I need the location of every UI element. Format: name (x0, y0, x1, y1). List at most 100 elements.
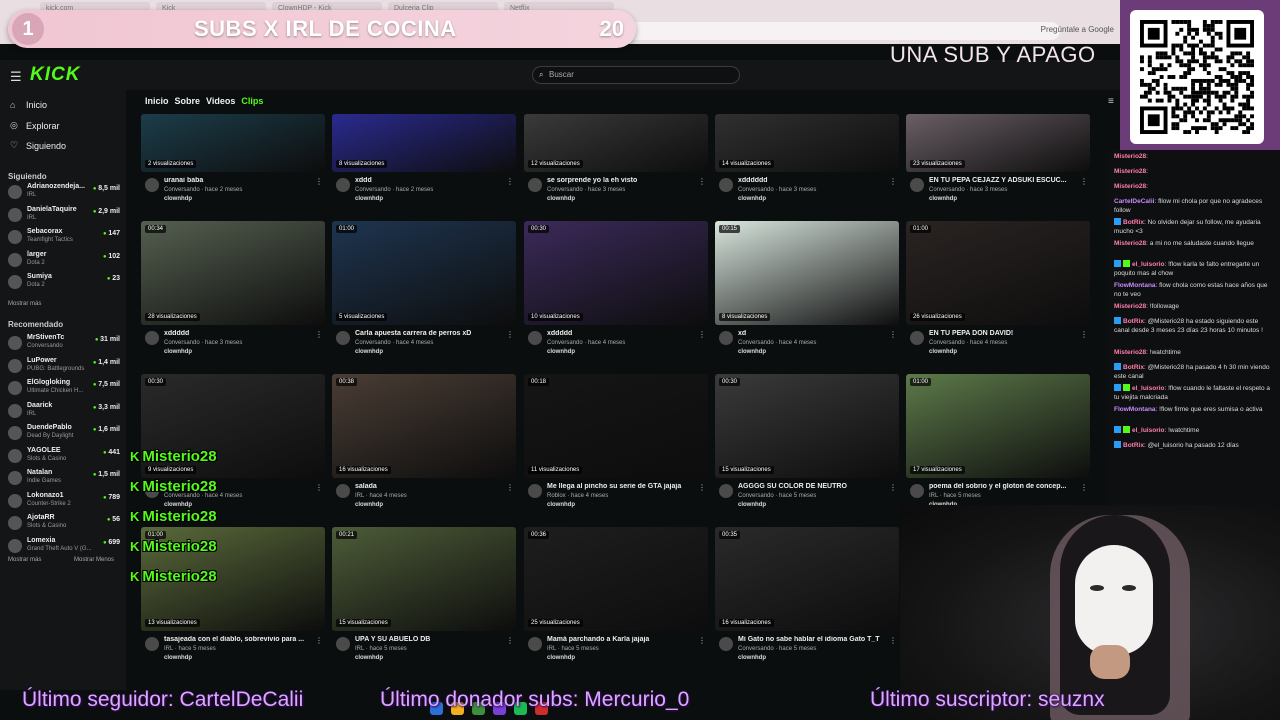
clip-thumbnail[interactable]: 00:30 15 visualizaciones (715, 374, 899, 478)
clip-title[interactable]: xddd (355, 177, 505, 184)
more-options-icon[interactable]: ⋮ (315, 636, 323, 645)
tab-inicio[interactable]: Inicio (145, 96, 169, 106)
chat-username[interactable]: FlowMontana (1114, 282, 1156, 289)
sidebar-channel[interactable]: LomexiaGrand Theft Auto V (G... 699 (8, 537, 120, 557)
clip-thumbnail[interactable]: 00:38 16 visualizaciones (332, 374, 516, 478)
more-options-icon[interactable]: ⋮ (506, 483, 514, 492)
clip-thumbnail[interactable]: 01:00 17 visualizaciones (906, 374, 1090, 478)
clip-card[interactable]: 8 visualizaciones xddd Conversando · hace … (332, 114, 516, 212)
more-options-icon[interactable]: ⋮ (506, 177, 514, 186)
more-options-icon[interactable]: ⋮ (506, 330, 514, 339)
clip-card[interactable]: 00:30 15 visualizaciones AGGGG SU COLOR DE… (715, 374, 899, 518)
chat-username[interactable]: Misterio28 (1114, 303, 1146, 310)
show-more-recommended[interactable]: Mostrar más (8, 557, 41, 563)
sidebar-channel[interactable]: DaarickIRL 3,3 mil (8, 402, 120, 422)
chat-username[interactable]: BotRix (1123, 219, 1144, 226)
clip-thumbnail[interactable]: 01:00 26 visualizaciones (906, 221, 1090, 325)
tab-clips[interactable]: Clips (241, 96, 263, 106)
clip-card[interactable]: 00:30 10 visualizaciones xddddd Conversando… (524, 221, 708, 365)
clip-thumbnail[interactable]: 00:18 11 visualizaciones (524, 374, 708, 478)
more-options-icon[interactable]: ⋮ (1080, 177, 1088, 186)
more-options-icon[interactable]: ⋮ (506, 636, 514, 645)
clip-thumbnail[interactable]: 00:30 10 visualizaciones (524, 221, 708, 325)
clip-card[interactable]: 00:35 16 visualizaciones Mi Gato no sabe h… (715, 527, 899, 671)
sidebar-channel[interactable]: Sumiya Dota 2 23 (8, 273, 120, 293)
clip-thumbnail[interactable]: 12 visualizaciones (524, 114, 708, 172)
clip-thumbnail[interactable]: 00:35 16 visualizaciones (715, 527, 899, 631)
tab-sobre[interactable]: Sobre (175, 96, 201, 106)
clip-card[interactable]: 01:00 26 visualizaciones EN TU PEPA DON DA… (906, 221, 1090, 365)
more-options-icon[interactable]: ⋮ (889, 177, 897, 186)
clip-title[interactable]: xd (738, 330, 888, 337)
clip-title[interactable]: Mi Gato no sabe hablar el idioma Gato T_… (738, 636, 888, 643)
clip-thumbnail[interactable]: 2 visualizaciones (141, 114, 325, 172)
chat-username[interactable]: CartelDeCalii (1114, 198, 1154, 205)
clip-card[interactable]: 12 visualizaciones se sorprende yo la eh … (524, 114, 708, 212)
clip-channel[interactable]: clownhdp (547, 502, 575, 508)
tab-videos[interactable]: Videos (206, 96, 235, 106)
sidebar-channel[interactable]: Lokonazo1Counter-Strike 2 789 (8, 492, 120, 512)
clip-thumbnail[interactable]: 01:00 5 visualizaciones (332, 221, 516, 325)
clip-channel[interactable]: clownhdp (164, 196, 192, 202)
clip-card[interactable]: 00:34 28 visualizaciones xddddd Conversando… (141, 221, 325, 365)
clip-thumbnail[interactable]: 00:34 28 visualizaciones (141, 221, 325, 325)
clip-card[interactable]: 01:00 17 visualizaciones poema del sobrio … (906, 374, 1090, 518)
more-options-icon[interactable]: ⋮ (889, 636, 897, 645)
clip-title[interactable]: se sorprende yo la eh visto (547, 177, 697, 184)
clip-channel[interactable]: clownhdp (355, 655, 383, 661)
sidebar-channel[interactable]: AjotaRR Slots & Casino 56 (8, 514, 120, 534)
show-less-button[interactable]: Mostrar Menos (74, 557, 114, 563)
clip-title[interactable]: UPA Y SU ABUELO DB (355, 636, 505, 643)
clip-title[interactable]: xddddd (547, 330, 697, 337)
clip-title[interactable]: xdddddd (738, 177, 888, 184)
search-input[interactable]: ⌕ Buscar (532, 66, 740, 84)
clip-channel[interactable]: clownhdp (355, 349, 383, 355)
clip-card[interactable]: 00:21 15 visualizaciones UPA Y SU ABUELO D… (332, 527, 516, 671)
clip-thumbnail[interactable]: 00:15 8 visualizaciones (715, 221, 899, 325)
clip-channel[interactable]: clownhdp (547, 655, 575, 661)
chat-username[interactable]: BotRix (1123, 364, 1144, 371)
chat-username[interactable]: Misterio28 (1114, 240, 1146, 247)
clip-title[interactable]: Mamá parchando a Karla jajaja (547, 636, 697, 643)
clip-channel[interactable]: clownhdp (164, 655, 192, 661)
clip-channel[interactable]: clownhdp (929, 349, 957, 355)
ask-google-button[interactable]: Pregúntale a Google (1041, 25, 1114, 34)
chat-username[interactable]: Misterio28 (1114, 168, 1146, 175)
clip-card[interactable]: 00:30 9 visualizaciones xddd Conversando · … (141, 374, 325, 518)
clip-card[interactable]: 00:36 25 visualizaciones Mamá parchando a … (524, 527, 708, 671)
chat-username[interactable]: Misterio28 (1114, 349, 1146, 356)
sidebar-channel[interactable]: largerDota 2 102 (8, 251, 120, 271)
sidebar-item-siguiendo[interactable]: ♡ Siguiendo (10, 140, 66, 151)
clip-title[interactable]: salada (355, 483, 505, 490)
chat-username[interactable]: Misterio28 (1114, 153, 1146, 160)
sidebar-channel[interactable]: DuendePablo Dead By Daylight 1,6 mil (8, 424, 120, 444)
clip-title[interactable]: EN TU PEPA DON DAVID! (929, 330, 1079, 337)
more-options-icon[interactable]: ⋮ (698, 636, 706, 645)
clip-channel[interactable]: clownhdp (738, 502, 766, 508)
menu-icon[interactable]: ☰ (10, 69, 22, 85)
clip-card[interactable]: 23 visualizaciones EN TU PEPA CEJAZZ Y AD… (906, 114, 1090, 212)
kick-logo[interactable]: KICK (30, 64, 80, 86)
sidebar-item-explorar[interactable]: ◎ Explorar (10, 120, 60, 131)
chat-username[interactable]: el_luisorio (1132, 427, 1165, 434)
more-options-icon[interactable]: ⋮ (315, 483, 323, 492)
clip-title[interactable]: Carla apuesta carrera de perros xD (355, 330, 505, 337)
sidebar-channel[interactable]: ElGlogloking Ultimate Chicken H... 7,5 mil (8, 379, 120, 399)
clip-title[interactable]: uranai baba (164, 177, 314, 184)
more-options-icon[interactable]: ⋮ (889, 483, 897, 492)
clip-channel[interactable]: clownhdp (738, 196, 766, 202)
sidebar-channel[interactable]: YAGOLEESlots & Casino 441 (8, 447, 120, 467)
clip-thumbnail[interactable]: 14 visualizaciones (715, 114, 899, 172)
more-options-icon[interactable]: ⋮ (315, 177, 323, 186)
more-options-icon[interactable]: ⋮ (698, 483, 706, 492)
clip-thumbnail[interactable]: 00:21 15 visualizaciones (332, 527, 516, 631)
clip-title[interactable]: poema del sobrio y el gloton de concep..… (929, 483, 1079, 490)
chat-username[interactable]: el_luisorio (1132, 385, 1165, 392)
chat-username[interactable]: BotRix (1123, 442, 1144, 449)
sidebar-channel[interactable]: DanielaTaquireIRL 2,9 mil (8, 206, 120, 226)
chat-username[interactable]: Misterio28 (1114, 183, 1146, 190)
sidebar-channel[interactable]: LuPowerPUBG: Battlegrounds 1,4 mil (8, 357, 120, 377)
sidebar-channel[interactable]: Adrianozendeja... IRL 8,5 mil (8, 183, 120, 203)
clip-card[interactable]: 00:38 16 visualizaciones salada IRL · hace … (332, 374, 516, 518)
sidebar-channel[interactable]: Natalan Indie Games 1,5 mil (8, 469, 120, 489)
